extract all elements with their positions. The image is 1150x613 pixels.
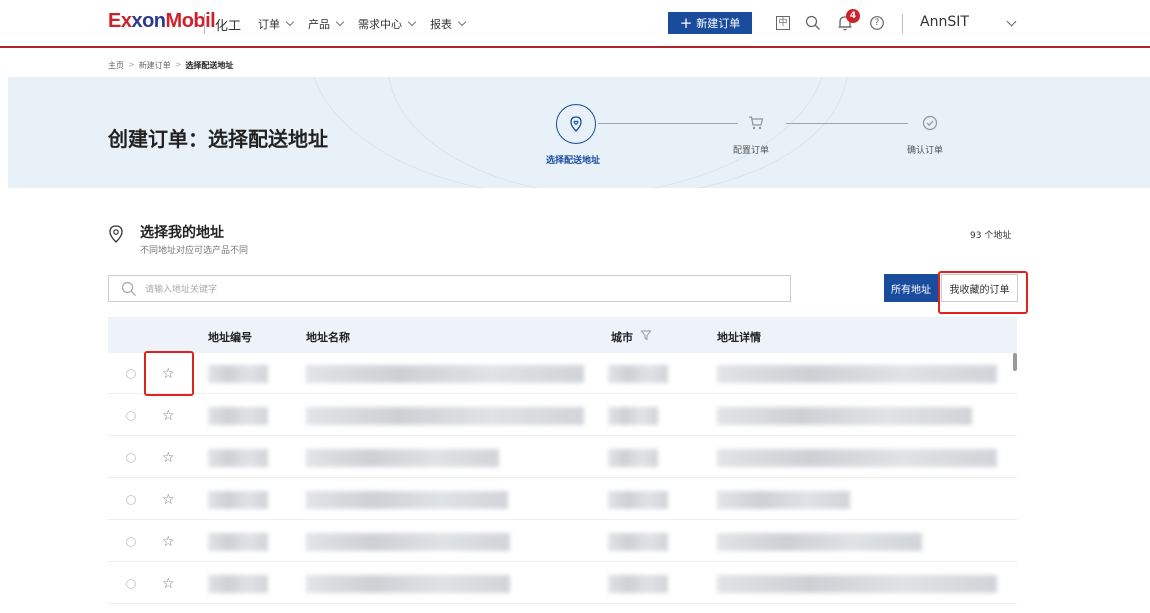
plus-icon: + — [679, 13, 693, 32]
redacted-cell — [306, 491, 508, 509]
section-title: 选择我的地址 — [140, 225, 224, 241]
column-header-city: 城市 — [611, 331, 633, 344]
filter-icon[interactable] — [640, 329, 652, 341]
notification-badge: 4 — [846, 9, 860, 23]
address-search-input[interactable] — [145, 283, 790, 294]
nav-reports-label: 报表 — [430, 18, 452, 31]
favorite-star-icon[interactable]: ☆ — [162, 577, 175, 591]
row-select-radio[interactable] — [126, 495, 136, 505]
breadcrumb-separator: > — [128, 60, 135, 69]
table-scrollbar[interactable] — [1013, 353, 1017, 371]
row-select-radio[interactable] — [126, 411, 136, 421]
redacted-cell — [306, 365, 584, 383]
redacted-cell — [608, 407, 658, 425]
redacted-cell — [608, 449, 658, 467]
redacted-cell — [717, 407, 972, 425]
column-header-address-code: 地址编号 — [208, 331, 252, 344]
chevron-down-icon — [335, 17, 345, 27]
check-circle-icon — [922, 115, 938, 131]
redacted-cell — [717, 449, 997, 467]
notifications-button[interactable]: 4 — [834, 9, 860, 34]
row-select-radio[interactable] — [126, 579, 136, 589]
nav-products-label: 产品 — [308, 18, 330, 31]
row-select-radio[interactable] — [126, 369, 136, 379]
redacted-cell — [608, 575, 668, 593]
header-divider — [902, 14, 903, 34]
step-label-confirm-order: 确认订单 — [907, 146, 944, 156]
row-select-radio[interactable] — [126, 537, 136, 547]
column-header-address-name: 地址名称 — [306, 331, 350, 344]
breadcrumb-new-order[interactable]: 新建订单 — [139, 60, 171, 71]
nav-orders-label: 订单 — [258, 18, 280, 31]
nav-demand-center-label: 需求中心 — [358, 18, 402, 31]
redacted-cell — [717, 533, 922, 551]
nav-reports[interactable]: 报表 — [430, 16, 467, 32]
redacted-cell — [608, 533, 668, 551]
redacted-cell — [208, 449, 268, 467]
redacted-cell — [717, 575, 997, 593]
redacted-cell — [306, 407, 584, 425]
redacted-cell — [717, 365, 997, 383]
step-connector — [598, 123, 738, 124]
column-header-address-detail: 地址详情 — [717, 331, 761, 344]
chevron-down-icon — [407, 17, 417, 27]
redacted-cell — [717, 491, 850, 509]
favorite-star-icon[interactable]: ☆ — [162, 367, 175, 381]
breadcrumb-separator: > — [174, 60, 182, 69]
favorite-star-icon[interactable]: ☆ — [162, 409, 175, 423]
redacted-cell — [208, 491, 268, 509]
favorite-orders-button[interactable]: 我收藏的订单 — [941, 274, 1018, 302]
step-confirm-order — [920, 113, 940, 133]
chevron-down-icon — [457, 17, 467, 27]
redacted-cell — [208, 533, 268, 551]
division-label: 化工 — [215, 19, 242, 34]
redacted-cell — [208, 407, 268, 425]
redacted-cell — [208, 365, 268, 383]
redacted-cell — [608, 365, 668, 383]
favorite-star-icon[interactable]: ☆ — [162, 451, 175, 465]
help-icon-mark: ? — [874, 18, 880, 28]
exxonmobil-logo[interactable]: ExxonMobil — [108, 10, 216, 33]
nav-products[interactable]: 产品 — [308, 16, 345, 32]
step-label-configure-order: 配置订单 — [733, 146, 770, 156]
address-search-box[interactable] — [108, 275, 791, 302]
redacted-cell — [306, 575, 510, 593]
section-subtitle: 不同地址对应可选产品不同 — [140, 246, 249, 256]
page-title: 创建订单：选择配送地址 — [108, 127, 328, 151]
nav-demand-center[interactable]: 需求中心 — [358, 16, 417, 32]
top-header: ExxonMobil 化工 订单 产品 需求中心 报表 + 新建订单 中 4 ?… — [0, 0, 1150, 48]
row-select-radio[interactable] — [126, 453, 136, 463]
help-button[interactable]: ? — [866, 12, 888, 34]
step-configure-order — [746, 113, 766, 133]
search-icon — [121, 281, 136, 296]
cart-icon — [749, 116, 764, 130]
breadcrumb-home[interactable]: 主页 — [108, 60, 124, 71]
location-pin-icon — [109, 225, 123, 243]
location-heart-icon — [570, 116, 582, 132]
language-button[interactable]: 中 — [772, 12, 794, 34]
step-select-address — [556, 104, 596, 144]
user-name[interactable]: AnnSIT — [920, 14, 969, 30]
redacted-cell — [306, 533, 510, 551]
breadcrumb: 主页 > 新建订单 > 选择配送地址 — [108, 60, 233, 71]
step-label-select-address: 选择配送地址 — [546, 156, 601, 166]
redacted-cell — [608, 491, 668, 509]
new-order-label: 新建订单 — [696, 17, 741, 30]
all-addresses-button[interactable]: 所有地址 — [884, 274, 938, 302]
favorite-star-icon[interactable]: ☆ — [162, 535, 175, 549]
new-order-button[interactable]: + 新建订单 — [668, 12, 752, 34]
header-divider — [204, 14, 205, 34]
search-icon — [805, 15, 820, 30]
user-menu-chevron-icon[interactable] — [1006, 16, 1017, 27]
breadcrumb-current: 选择配送地址 — [185, 61, 234, 70]
chevron-down-icon — [285, 17, 295, 27]
redacted-cell — [306, 449, 499, 467]
nav-orders[interactable]: 订单 — [258, 16, 295, 32]
redacted-cell — [208, 575, 268, 593]
address-count: 93 个地址 — [970, 231, 1012, 241]
language-icon: 中 — [776, 16, 790, 30]
search-button[interactable] — [802, 12, 824, 34]
favorite-star-icon[interactable]: ☆ — [162, 493, 175, 507]
step-connector — [786, 123, 908, 124]
